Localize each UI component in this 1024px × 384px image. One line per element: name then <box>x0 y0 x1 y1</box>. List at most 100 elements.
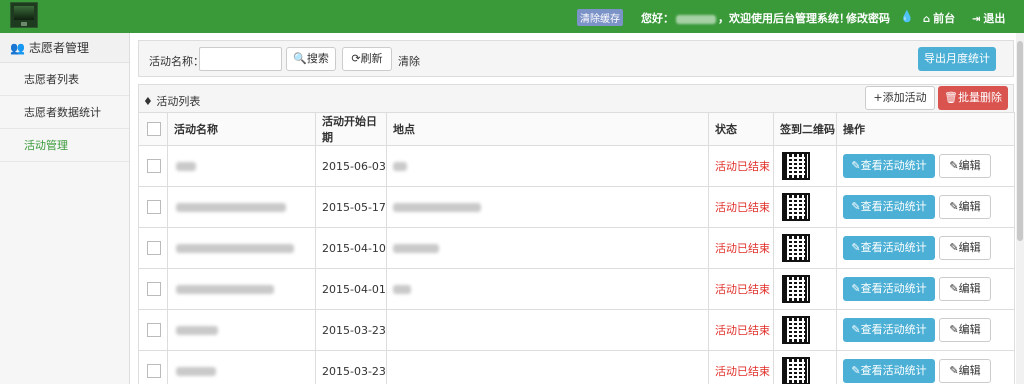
change-password-link[interactable]: 修改密码 <box>846 10 890 26</box>
trash-icon: 🗑 <box>944 91 958 104</box>
batch-delete-button[interactable]: 🗑批量删除 <box>938 86 1008 110</box>
activity-list-title: ♦ 活动列表 <box>143 93 200 109</box>
view-stats-button[interactable]: ✎查看活动统计 <box>843 195 935 219</box>
clear-cache-link[interactable]: 清除缓存 <box>577 9 623 26</box>
table-row: 2015-03-23 活动已结束 ✎查看活动统计 ✎编辑 <box>138 350 1015 384</box>
row-select-cell <box>138 145 168 187</box>
edit-label: 编辑 <box>958 323 981 336</box>
col-header-start-date[interactable]: 活动开始日期 <box>315 112 387 146</box>
col-header-location[interactable]: 地点 <box>386 112 709 146</box>
activity-name-blurred <box>176 162 196 171</box>
view-stats-button[interactable]: ✎查看活动统计 <box>843 359 935 383</box>
actions-cell: ✎查看活动统计 ✎编辑 <box>836 309 1015 351</box>
sidebar-section-title: 志愿者管理 <box>28 41 89 55</box>
view-stats-label: 查看活动统计 <box>860 323 927 336</box>
sidebar-item-volunteer-list[interactable]: 志愿者列表 <box>0 63 129 96</box>
col-header-qr: 签到二维码 <box>773 112 837 146</box>
qr-code-image[interactable] <box>782 316 810 344</box>
edit-button[interactable]: ✎编辑 <box>939 154 991 178</box>
view-stats-button[interactable]: ✎查看活动统计 <box>843 236 935 260</box>
greeting-text: 您好： ，欢迎使用后台管理系统！ <box>641 10 850 26</box>
search-icon: 🔍 <box>293 52 307 65</box>
row-checkbox[interactable] <box>147 323 161 337</box>
page-scrollbar[interactable] <box>1016 33 1024 384</box>
theme-drop-icon[interactable]: 💧 <box>900 10 914 23</box>
row-checkbox[interactable] <box>147 159 161 173</box>
col-header-actions: 操作 <box>836 112 1015 146</box>
qr-code-image[interactable] <box>782 357 810 384</box>
clear-link[interactable]: 清除 <box>398 53 420 69</box>
edit-button[interactable]: ✎编辑 <box>939 277 991 301</box>
start-date-cell: 2015-06-03 <box>315 145 387 187</box>
edit-label: 编辑 <box>958 241 981 254</box>
location-blurred <box>393 203 481 212</box>
sidebar-section-volunteer-management[interactable]: 👥 志愿者管理 <box>0 33 129 63</box>
location-cell <box>386 145 709 187</box>
export-monthly-stats-button[interactable]: 导出月度统计 <box>918 47 996 71</box>
qr-cell <box>773 309 837 351</box>
edit-button[interactable]: ✎编辑 <box>939 359 991 383</box>
status-cell: 活动已结束 <box>708 268 774 310</box>
qr-code-image[interactable] <box>782 193 810 221</box>
scrollbar-thumb[interactable] <box>1017 41 1023 241</box>
edit-label: 编辑 <box>958 282 981 295</box>
app-logo[interactable] <box>10 2 38 28</box>
actions-cell: ✎查看活动统计 ✎编辑 <box>836 268 1015 310</box>
activity-name-cell <box>167 268 316 310</box>
sidebar: 👥 志愿者管理 志愿者列表 志愿者数据统计 活动管理 <box>0 33 130 384</box>
row-checkbox[interactable] <box>147 241 161 255</box>
list-bullet-icon: ♦ <box>143 95 157 108</box>
edit-label: 编辑 <box>958 159 981 172</box>
view-stats-button[interactable]: ✎查看活动统计 <box>843 318 935 342</box>
activity-name-cell <box>167 350 316 384</box>
home-icon: ⌂ <box>923 14 931 25</box>
sidebar-item-activity-management[interactable]: 活动管理 <box>0 129 129 162</box>
users-icon: 👥 <box>10 41 25 55</box>
activity-name-input[interactable] <box>199 47 282 71</box>
view-stats-button[interactable]: ✎查看活动统计 <box>843 154 935 178</box>
qr-cell <box>773 350 837 384</box>
edit-icon: ✎ <box>851 241 861 254</box>
sidebar-item-volunteer-stats[interactable]: 志愿者数据统计 <box>0 96 129 129</box>
table-row: 2015-04-10 活动已结束 ✎查看活动统计 ✎编辑 <box>138 227 1015 269</box>
view-stats-label: 查看活动统计 <box>860 364 927 377</box>
col-header-status[interactable]: 状态 <box>708 112 774 146</box>
table-row: 2015-03-23 活动已结束 ✎查看活动统计 ✎编辑 <box>138 309 1015 351</box>
edit-icon: ✎ <box>851 159 861 172</box>
view-stats-button[interactable]: ✎查看活动统计 <box>843 277 935 301</box>
activity-name-label: 活动名称： <box>149 55 204 68</box>
edit-icon: ✎ <box>949 323 959 336</box>
qr-code-image[interactable] <box>782 234 810 262</box>
qr-code-image[interactable] <box>782 152 810 180</box>
refresh-button-label: 刷新 <box>360 52 383 65</box>
refresh-button[interactable]: ⟳刷新 <box>342 47 392 71</box>
table-row: 2015-05-17 活动已结束 ✎查看活动统计 ✎编辑 <box>138 186 1015 228</box>
edit-icon: ✎ <box>851 200 861 213</box>
greeting-suffix: ，欢迎使用后台管理系统！ <box>718 12 850 25</box>
edit-icon: ✎ <box>949 200 959 213</box>
logout-icon: ⇥ <box>972 14 981 25</box>
view-stats-label: 查看活动统计 <box>860 241 927 254</box>
logout-link[interactable]: ⇥ 退出 <box>972 10 1005 26</box>
activity-name-blurred <box>176 326 218 335</box>
activity-list-header: ♦ 活动列表 +添加活动 🗑批量删除 <box>138 84 1014 112</box>
frontend-link[interactable]: ⌂ 前台 <box>923 10 955 26</box>
select-all-checkbox[interactable] <box>147 122 161 136</box>
add-activity-button[interactable]: +添加活动 <box>865 86 935 110</box>
edit-button[interactable]: ✎编辑 <box>939 318 991 342</box>
activity-name-cell <box>167 309 316 351</box>
row-checkbox[interactable] <box>147 282 161 296</box>
col-header-name[interactable]: 活动名称 <box>167 112 316 146</box>
row-checkbox[interactable] <box>147 364 161 378</box>
edit-button[interactable]: ✎编辑 <box>939 195 991 219</box>
actions-cell: ✎查看活动统计 ✎编辑 <box>836 186 1015 228</box>
table-row: 2015-06-03 活动已结束 ✎查看活动统计 ✎编辑 <box>138 145 1015 187</box>
row-checkbox[interactable] <box>147 200 161 214</box>
qr-code-image[interactable] <box>782 275 810 303</box>
location-cell <box>386 186 709 228</box>
edit-button[interactable]: ✎编辑 <box>939 236 991 260</box>
username-blurred <box>676 14 716 24</box>
table-header-row: 活动名称 活动开始日期 地点 状态 签到二维码 操作 <box>138 112 1015 146</box>
qr-cell <box>773 145 837 187</box>
search-button[interactable]: 🔍搜索 <box>286 47 336 71</box>
